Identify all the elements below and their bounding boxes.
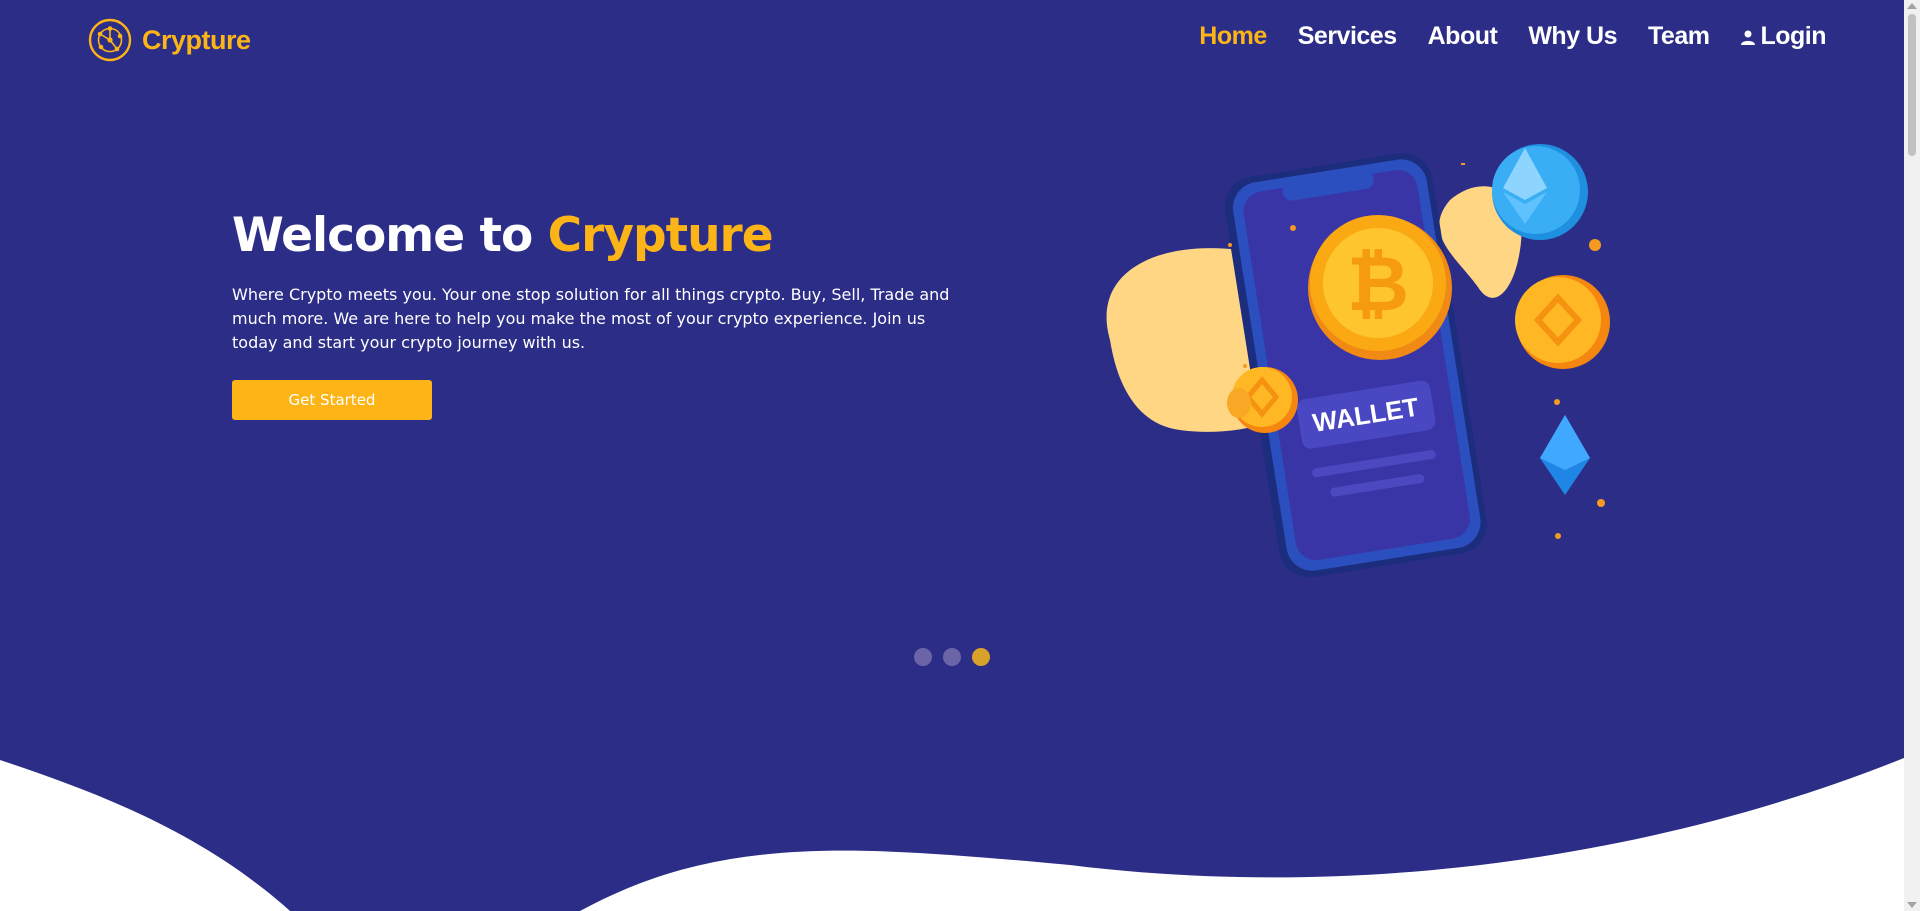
nav-item-team[interactable]: Team bbox=[1648, 22, 1710, 51]
login-link[interactable]: Login bbox=[1740, 22, 1826, 51]
nav-item-services[interactable]: Services bbox=[1298, 22, 1397, 51]
hero-description: Where Crypto meets you. Your one stop so… bbox=[232, 285, 950, 352]
crypto-network-icon bbox=[88, 18, 132, 62]
hero-title-accent: Crypture bbox=[547, 208, 774, 263]
scroll-down-icon[interactable] bbox=[1907, 902, 1917, 908]
login-label: Login bbox=[1760, 22, 1826, 50]
scroll-up-icon[interactable] bbox=[1907, 3, 1917, 9]
user-icon bbox=[1741, 30, 1756, 45]
ethereum-coin-icon bbox=[1492, 144, 1588, 240]
page: Crypture Home Services About Why Us Team… bbox=[0, 0, 1904, 911]
hero-content: Welcome to Crypture Where Crypto meets y… bbox=[232, 208, 952, 420]
hero-title-prefix: Welcome to bbox=[232, 208, 533, 263]
brand-logo[interactable]: Crypture bbox=[88, 18, 251, 62]
svg-text:₿: ₿ bbox=[1347, 239, 1409, 328]
carousel-dot-3[interactable] bbox=[972, 648, 990, 666]
navbar: Crypture Home Services About Why Us Team… bbox=[0, 0, 1904, 80]
carousel-dot-2[interactable] bbox=[943, 648, 961, 666]
nav-item-home[interactable]: Home bbox=[1199, 22, 1267, 51]
get-started-button[interactable]: Get Started bbox=[232, 380, 432, 420]
brand-name: Crypture bbox=[142, 24, 251, 55]
scrollbar-thumb[interactable] bbox=[1908, 14, 1916, 156]
carousel-dot-1[interactable] bbox=[914, 648, 932, 666]
nav-item-why-us[interactable]: Why Us bbox=[1528, 22, 1617, 51]
crypto-coin-icon bbox=[1515, 275, 1610, 369]
main-nav: Home Services About Why Us Team Login bbox=[1199, 22, 1826, 51]
ethereum-icon bbox=[1540, 415, 1590, 495]
carousel-indicators bbox=[914, 648, 990, 666]
nav-item-about[interactable]: About bbox=[1428, 22, 1498, 51]
page-scrollbar[interactable] bbox=[1904, 0, 1920, 911]
crypto-wallet-illustration: WALLET ₿ bbox=[1106, 144, 1610, 578]
bitcoin-icon: ₿ bbox=[1308, 215, 1452, 360]
hero-title: Welcome to Crypture bbox=[232, 208, 952, 263]
